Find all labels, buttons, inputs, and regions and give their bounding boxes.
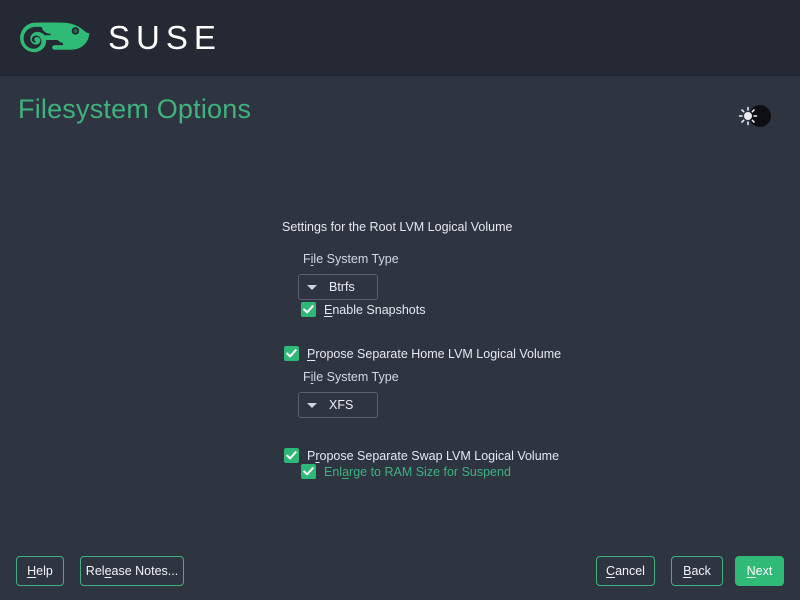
back-button[interactable]: Back: [671, 556, 723, 586]
home-fs-type-select[interactable]: XFS: [298, 392, 378, 418]
enlarge-to-ram-size-label: Enlarge to RAM Size for Suspend: [324, 464, 511, 479]
home-fs-type-label-post: le System Type: [313, 370, 399, 384]
root-volume-group-title: Settings for the Root LVM Logical Volume: [282, 220, 513, 234]
help-button[interactable]: Help: [16, 556, 64, 586]
release-notes-button[interactable]: Release Notes...: [80, 556, 184, 586]
home-fs-type-value: XFS: [329, 398, 354, 412]
root-fs-type-label: File System Type: [303, 250, 399, 268]
next-button[interactable]: Next: [735, 556, 784, 586]
page-title: Filesystem Options: [18, 94, 252, 124]
sun-moon-toggle-icon[interactable]: [734, 104, 772, 128]
brand-wordmark: SUSE: [108, 18, 222, 56]
brand-header: SUSE: [0, 0, 800, 76]
page-title-bar: Filesystem Options: [0, 76, 800, 152]
checkmark-icon: [284, 346, 299, 361]
installer-window: SUSE Filesystem Options Settings for the…: [0, 0, 800, 600]
chevron-down-icon: [307, 402, 317, 408]
propose-swap-volume-label: Propose Separate Swap LVM Logical Volume: [307, 448, 560, 463]
checkmark-icon: [284, 448, 299, 463]
root-fs-type-value: Btrfs: [329, 280, 355, 294]
home-fs-type-label: File System Type: [303, 368, 399, 386]
suse-chameleon-logo-icon: [20, 22, 90, 53]
checkmark-icon: [301, 464, 316, 479]
root-fs-type-label-post: le System Type: [313, 252, 399, 266]
propose-home-volume-checkbox[interactable]: Propose Separate Home LVM Logical Volume: [284, 346, 561, 361]
propose-swap-volume-checkbox[interactable]: Propose Separate Swap LVM Logical Volume: [284, 448, 559, 463]
home-fs-type-label-pre: F: [303, 370, 311, 384]
checkmark-icon: [301, 302, 316, 317]
form-content: Settings for the Root LVM Logical Volume…: [0, 152, 800, 540]
root-fs-type-label-pre: F: [303, 252, 311, 266]
cancel-button[interactable]: Cancel: [596, 556, 655, 586]
enable-snapshots-checkbox[interactable]: Enable Snapshots: [301, 302, 425, 317]
enable-snapshots-label: Enable Snapshots: [324, 302, 426, 317]
enlarge-to-ram-size-checkbox[interactable]: Enlarge to RAM Size for Suspend: [301, 464, 511, 479]
chevron-down-icon: [307, 284, 317, 290]
propose-home-volume-label: Propose Separate Home LVM Logical Volume: [307, 346, 562, 361]
footer-button-bar: Help Release Notes... Cancel Back Next: [0, 540, 800, 600]
brand-logo: SUSE: [20, 16, 222, 60]
root-fs-type-select[interactable]: Btrfs: [298, 274, 378, 300]
